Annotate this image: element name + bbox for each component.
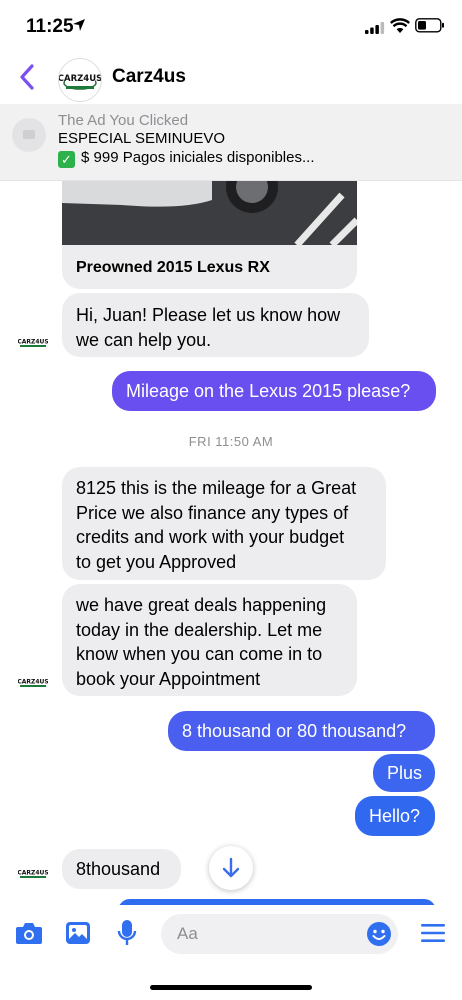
message-outgoing[interactable]: Mileage on the Lexus 2015 please? (112, 371, 436, 411)
message-incoming[interactable]: we have great deals happening today in t… (62, 584, 357, 696)
status-time: 11:25 (26, 16, 74, 37)
ad-thumbnail (12, 118, 46, 152)
scroll-to-bottom-button[interactable] (209, 846, 253, 890)
ad-headline: ESPECIAL SEMINUEVO (58, 130, 225, 147)
chat-title[interactable]: Carz4us (112, 66, 186, 88)
status-bar: 11:25 (0, 0, 462, 54)
cellular-signal-icon (365, 22, 385, 34)
message-incoming[interactable]: Hi, Juan! Please let us know how we can … (62, 293, 369, 357)
location-arrow-icon (73, 19, 85, 31)
microphone-icon[interactable] (117, 919, 137, 947)
ad-context-banner[interactable]: The Ad You Clicked ESPECIAL SEMINUEVO ✓ $… (0, 104, 462, 181)
menu-icon[interactable] (420, 922, 446, 944)
svg-text:CARZ4US: CARZ4US (59, 74, 101, 84)
svg-text:CARZ4US: CARZ4US (18, 679, 48, 686)
listing-card[interactable]: Preowned 2015 Lexus RX (62, 175, 357, 289)
message-text: Plus (387, 763, 423, 783)
listing-title: Preowned 2015 Lexus RX (76, 259, 270, 276)
message-input[interactable]: Aa (161, 914, 398, 954)
car-photo-icon (62, 175, 357, 248)
photo-gallery-icon[interactable] (65, 921, 91, 945)
message-text: 8125 this is the mileage for a Great Pri… (76, 478, 357, 572)
ad-image-icon (23, 130, 35, 139)
message-input-placeholder: Aa (177, 924, 198, 943)
svg-text:CARZ4US: CARZ4US (18, 870, 48, 877)
sender-avatar-icon[interactable]: CARZ4US (18, 864, 48, 880)
timestamp-divider: FRI 11:50 AM (188, 434, 274, 449)
message-text: we have great deals happening today in t… (76, 595, 327, 689)
message-text: Mileage on the Lexus 2015 please? (126, 381, 411, 401)
sender-avatar-icon[interactable]: CARZ4US (18, 333, 48, 349)
battery-icon (415, 18, 444, 33)
arrow-down-icon (222, 857, 240, 878)
message-text: 8 thousand or 80 thousand? (182, 721, 407, 741)
message-incoming[interactable]: 8125 this is the mileage for a Great Pri… (62, 467, 386, 580)
chat-header: CARZ4US Carz4us (0, 54, 462, 104)
camera-icon[interactable] (15, 921, 43, 945)
carz4us-logo-icon: CARZ4US (59, 73, 101, 90)
message-incoming[interactable]: 8thousand (62, 849, 181, 889)
message-outgoing[interactable]: Plus (373, 754, 435, 792)
message-text: 8thousand (76, 859, 161, 879)
emoji-icon[interactable] (366, 921, 392, 947)
message-outgoing[interactable]: 8 thousand or 80 thousand? (168, 711, 435, 751)
page-avatar[interactable]: CARZ4US (58, 58, 102, 102)
message-text: Hello? (369, 806, 421, 826)
wifi-icon (390, 18, 410, 33)
svg-text:CARZ4US: CARZ4US (18, 339, 48, 346)
ad-label: The Ad You Clicked (58, 112, 189, 129)
home-indicator[interactable] (150, 985, 312, 990)
sender-avatar-icon[interactable]: CARZ4US (18, 673, 48, 689)
check-mark-icon: ✓ (58, 151, 75, 168)
ad-subline-text: $ 999 Pagos iniciales disponibles... (81, 149, 315, 166)
message-text: Hi, Juan! Please let us know how we can … (76, 305, 341, 350)
message-outgoing[interactable]: Hello? (355, 796, 435, 836)
back-chevron-icon[interactable] (18, 64, 36, 90)
listing-photo (62, 175, 357, 248)
ad-subline: ✓ $ 999 Pagos iniciales disponibles... (58, 149, 314, 168)
